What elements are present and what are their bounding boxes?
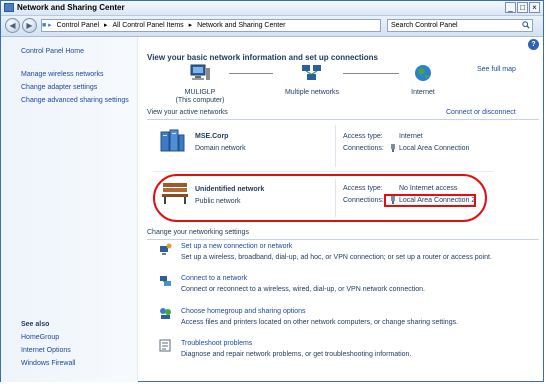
forward-button[interactable]: ▶ bbox=[22, 18, 37, 33]
minimize-button[interactable]: _ bbox=[505, 2, 516, 13]
sidebar-control-panel-home[interactable]: Control Panel Home bbox=[21, 48, 84, 55]
internet-label: Internet bbox=[411, 89, 435, 96]
section-divider bbox=[147, 119, 539, 120]
sidebar-change-advanced-sharing[interactable]: Change advanced sharing settings bbox=[21, 97, 129, 104]
breadcrumb-separator-icon: ▸ bbox=[188, 22, 193, 29]
section-divider bbox=[147, 239, 539, 240]
breadcrumb[interactable]: ■ ▸ Control Panel ▸ All Control Panel It… bbox=[41, 19, 381, 32]
multiple-networks-icon bbox=[302, 65, 321, 80]
close-button[interactable]: × bbox=[529, 2, 540, 13]
change-settings-header: Change your networking settings bbox=[147, 229, 249, 236]
setup-connection-link[interactable]: Set up a new connection or network bbox=[181, 243, 292, 250]
homegroup-sharing-link[interactable]: Choose homegroup and sharing options bbox=[181, 308, 306, 315]
connection-link[interactable]: Local Area Connection bbox=[399, 145, 469, 152]
task-description: Diagnose and repair network problems, or… bbox=[181, 351, 412, 358]
troubleshoot-icon bbox=[159, 339, 171, 352]
connect-or-disconnect-link[interactable]: Connect or disconnect bbox=[446, 109, 516, 116]
new-connection-icon bbox=[160, 243, 172, 255]
back-button[interactable]: ◀ bbox=[5, 18, 20, 33]
page-title: View your basic network information and … bbox=[147, 53, 379, 62]
sidebar-change-adapter[interactable]: Change adapter settings bbox=[21, 84, 97, 91]
search-input[interactable]: Search Control Panel bbox=[387, 19, 533, 32]
search-placeholder: Search Control Panel bbox=[391, 22, 458, 29]
breadcrumb-separator-icon: ▸ bbox=[104, 22, 108, 29]
homegroup-icon bbox=[160, 308, 171, 319]
connections-label: Connections: bbox=[343, 145, 384, 152]
address-bar: ◀ ▶ ■ ▸ Control Panel ▸ All Control Pane… bbox=[1, 16, 543, 37]
domain-network-icon bbox=[160, 129, 185, 152]
globe-icon bbox=[415, 65, 431, 81]
sidebar-homegroup[interactable]: HomeGroup bbox=[21, 334, 59, 341]
task-description: Set up a wireless, broadband, dial-up, a… bbox=[181, 254, 492, 261]
see-full-map-link[interactable]: See full map bbox=[477, 66, 516, 73]
computer-sub-label: (This computer) bbox=[175, 97, 225, 104]
sidebar: Control Panel Home Manage wireless netwo… bbox=[1, 37, 138, 382]
title-bar: Network and Sharing Center _ □ × bbox=[1, 1, 543, 16]
troubleshoot-link[interactable]: Troubleshoot problems bbox=[181, 340, 252, 347]
window-title: Network and Sharing Center bbox=[17, 3, 125, 12]
sidebar-windows-firewall[interactable]: Windows Firewall bbox=[21, 360, 75, 367]
network-center-icon bbox=[4, 3, 14, 12]
task-description: Connect or reconnect to a wireless, wire… bbox=[181, 286, 425, 293]
computer-icon bbox=[190, 64, 210, 80]
computer-name-label: MULIGLP bbox=[184, 89, 216, 96]
network-name: MSE.Corp bbox=[195, 133, 229, 140]
active-networks-header: View your active networks bbox=[147, 109, 228, 116]
breadcrumb-item[interactable]: All Control Panel Items bbox=[112, 20, 183, 31]
see-also-header: See also bbox=[21, 321, 50, 328]
highlight-box bbox=[384, 194, 476, 207]
window: Network and Sharing Center _ □ × ◀ ▶ ■ ▸… bbox=[0, 0, 544, 382]
map-connector bbox=[229, 73, 273, 74]
breadcrumb-root-icon: ■ ▸ bbox=[42, 22, 52, 29]
help-icon[interactable]: ? bbox=[528, 39, 539, 50]
task-description: Access files and printers located on oth… bbox=[181, 319, 459, 326]
access-type-label: Access type: bbox=[343, 133, 383, 140]
access-type-value: Internet bbox=[399, 133, 423, 140]
breadcrumb-item[interactable]: Control Panel bbox=[57, 20, 99, 31]
connect-to-network-link[interactable]: Connect to a network bbox=[181, 275, 247, 282]
multiple-networks-label: Multiple networks bbox=[284, 89, 340, 96]
connect-network-icon bbox=[160, 276, 171, 286]
maximize-button[interactable]: □ bbox=[517, 2, 528, 13]
search-icon[interactable] bbox=[522, 21, 530, 29]
map-connector bbox=[343, 73, 399, 74]
sidebar-internet-options[interactable]: Internet Options bbox=[21, 347, 71, 354]
sidebar-manage-wireless[interactable]: Manage wireless networks bbox=[21, 71, 103, 78]
column-divider bbox=[335, 125, 336, 167]
connection-plug-icon bbox=[391, 144, 395, 152]
network-type[interactable]: Domain network bbox=[195, 145, 246, 152]
breadcrumb-item[interactable]: Network and Sharing Center bbox=[197, 20, 285, 31]
section-divider bbox=[153, 171, 493, 172]
